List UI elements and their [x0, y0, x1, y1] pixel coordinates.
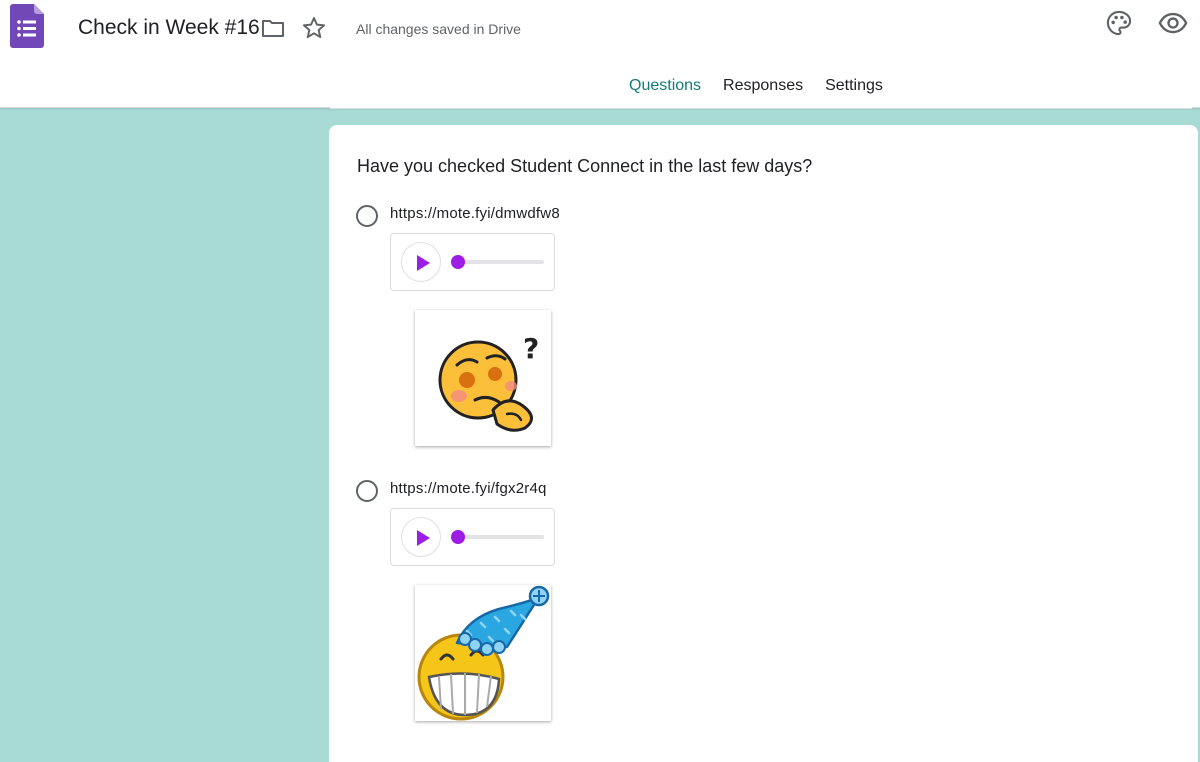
- play-icon: [417, 530, 430, 546]
- folder-icon[interactable]: [261, 16, 285, 40]
- forms-app-icon[interactable]: [10, 4, 44, 48]
- star-icon[interactable]: [301, 15, 327, 41]
- save-status: All changes saved in Drive: [356, 21, 521, 37]
- previous-card-edge: [330, 103, 1192, 109]
- seek-thumb[interactable]: [451, 255, 465, 269]
- question-title: Have you checked Student Connect in the …: [357, 156, 813, 176]
- option-2-label[interactable]: https://mote.fyi/fgx2r4q: [390, 480, 547, 497]
- play-button[interactable]: [401, 517, 441, 557]
- thinking-face-emoji: ?: [438, 332, 539, 432]
- party-hat-grinning-emoji: [417, 585, 550, 721]
- question-card[interactable]: Have you checked Student Connect in the …: [329, 125, 1198, 762]
- svg-text:?: ?: [523, 332, 539, 365]
- seek-track[interactable]: [457, 535, 544, 539]
- audio-player: [390, 233, 555, 291]
- top-bar: Check in Week #16 All changes saved in D…: [0, 0, 1200, 108]
- tab-bar: Questions Responses Settings: [618, 66, 894, 108]
- option-2-radio[interactable]: [356, 480, 378, 502]
- party-hat-sticker: [415, 585, 551, 721]
- tab-questions[interactable]: Questions: [618, 66, 713, 108]
- preview-eye-icon[interactable]: [1158, 8, 1188, 38]
- document-title[interactable]: Check in Week #16: [78, 16, 260, 40]
- palette-icon[interactable]: [1105, 9, 1133, 37]
- option-1-label[interactable]: https://mote.fyi/dmwdfw8: [390, 205, 560, 222]
- audio-player: [390, 508, 555, 566]
- seek-thumb[interactable]: [451, 530, 465, 544]
- tab-settings[interactable]: Settings: [814, 66, 894, 108]
- play-icon: [417, 255, 430, 271]
- play-button[interactable]: [401, 242, 441, 282]
- seek-track[interactable]: [457, 260, 544, 264]
- tab-responses[interactable]: Responses: [712, 66, 814, 108]
- thinking-face-sticker: ?: [415, 310, 551, 446]
- option-1-radio[interactable]: [356, 205, 378, 227]
